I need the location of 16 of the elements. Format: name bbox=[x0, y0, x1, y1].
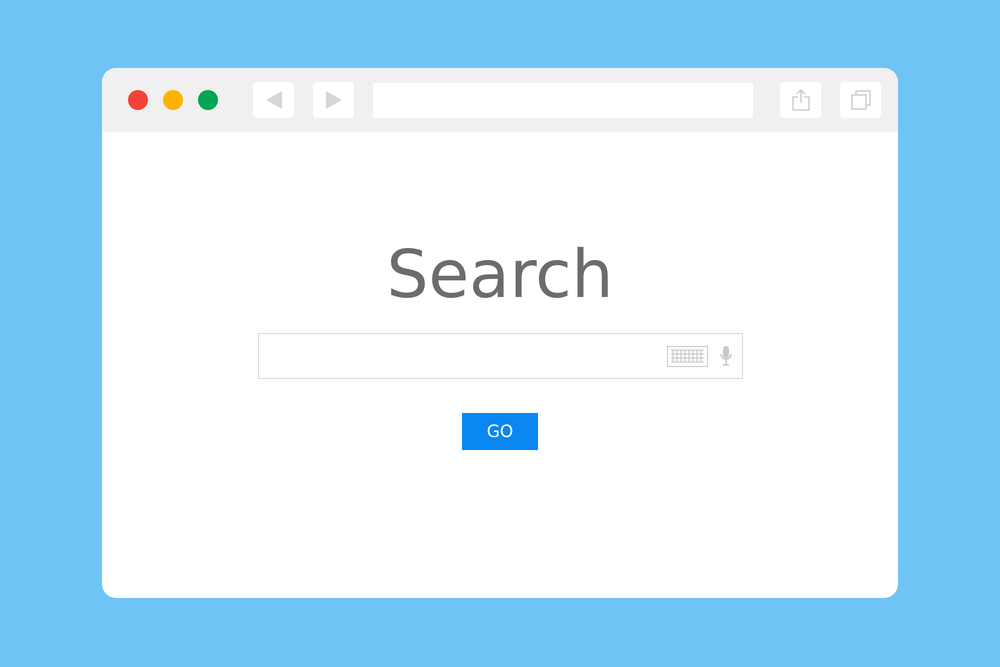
overlapping-squares-icon bbox=[850, 90, 870, 110]
left-triangle-icon bbox=[266, 91, 282, 109]
window-control-dot[interactable] bbox=[128, 90, 148, 110]
forward-button[interactable] bbox=[313, 82, 354, 118]
keyboard-icon[interactable] bbox=[666, 346, 708, 366]
tabs-button[interactable] bbox=[840, 82, 881, 118]
go-button[interactable]: GO bbox=[462, 413, 538, 450]
search-heading: Search bbox=[386, 242, 614, 308]
back-button[interactable] bbox=[253, 82, 294, 118]
right-triangle-icon bbox=[326, 91, 342, 109]
share-icon bbox=[792, 89, 810, 111]
search-field[interactable] bbox=[258, 333, 742, 379]
window-control-dot[interactable] bbox=[163, 90, 183, 110]
share-button[interactable] bbox=[780, 82, 821, 118]
microphone-icon[interactable] bbox=[720, 346, 732, 366]
window-control-dot[interactable] bbox=[198, 90, 218, 110]
